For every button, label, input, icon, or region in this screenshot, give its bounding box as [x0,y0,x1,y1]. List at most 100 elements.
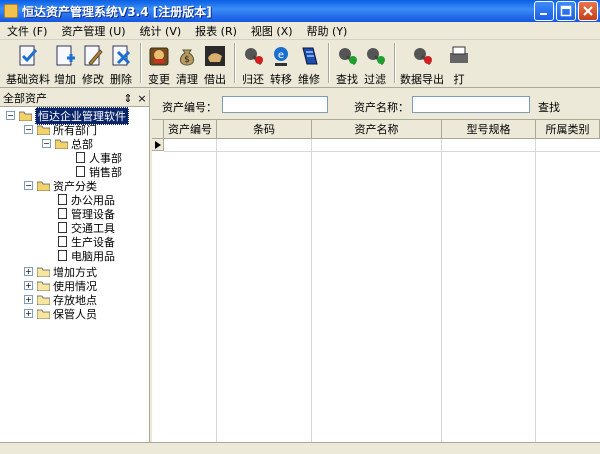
tree-node-label: 保管人员 [53,307,97,321]
filter-icon [362,43,388,69]
repair-label: 维修 [298,73,320,86]
menu-bar: 文件 (F) 资产管理 (U) 统计 (V) 报表 (R) 视图 (X) 帮助 … [0,22,600,40]
collapse-icon[interactable]: − [24,125,33,134]
minimize-button[interactable] [534,1,554,21]
tree-node-vehicles[interactable]: 交通工具 [58,221,115,235]
expand-icon[interactable]: + [24,281,33,290]
menu-reports[interactable]: 报表 (R) [188,23,244,39]
lend-label: 借出 [204,73,226,86]
menu-statistics[interactable]: 统计 (V) [133,23,189,39]
tree-node-usage-status[interactable]: + 使用情况 [24,279,97,293]
delete-label: 删除 [110,73,132,86]
asset-tree-header: 全部资产 ⇕ × [0,90,149,107]
collapse-icon[interactable]: − [6,111,15,120]
tree-node-custodians[interactable]: + 保管人员 [24,307,97,321]
change-button[interactable]: 变更 [146,40,172,87]
col-asset-name[interactable]: 资产名称 [312,120,442,139]
asset-no-label: 资产编号： [162,101,217,114]
basic-data-label: 基础资料 [6,73,50,86]
tree-node-acquisition-methods[interactable]: + 增加方式 [24,265,97,279]
find-icon [334,43,360,69]
print-button[interactable]: 打 [446,40,472,87]
grid-column-line [216,139,217,442]
menu-help[interactable]: 帮助 (Y) [300,23,355,39]
transfer-label: 转移 [270,73,292,86]
col-barcode[interactable]: 条码 [217,120,312,139]
tree-node-production-equipment[interactable]: 生产设备 [58,235,115,249]
tree-node-headquarters[interactable]: − 总部 [42,137,93,151]
asset-name-input[interactable] [412,96,530,113]
asset-tree-panel: 全部资产 ⇕ × − 恒达企业管理软件 − 所有部门 − 总部 人事部 销售部 [0,90,150,442]
toolbar-separator [394,43,396,83]
expand-icon[interactable]: + [24,267,33,276]
folder-icon [37,295,50,305]
grid-header: 资产编号 条码 资产名称 型号规格 所属类别 [152,120,600,139]
grid-column-line [535,139,536,442]
tree-node-storage-locations[interactable]: + 存放地点 [24,293,97,307]
maximize-button[interactable] [556,1,576,21]
window-title: 恒达资产管理系统V3.4 [注册版本] [22,4,212,19]
edit-button[interactable]: 修改 [80,40,106,87]
tree-node-sales[interactable]: 销售部 [76,165,122,179]
transfer-button[interactable]: e 转移 [268,40,294,87]
asset-name-label: 资产名称： [354,101,409,114]
document-icon [58,208,67,219]
tree-node-office-supplies[interactable]: 办公用品 [58,193,115,207]
delete-doc-icon [108,43,134,69]
toolbar: 基础资料 增加 修改 删除 变更 $ 清理 借出 归还 e 转移 维修 查找 过… [0,40,600,88]
cleanup-button[interactable]: $ 清理 [174,40,200,87]
title-bar: 恒达资产管理系统V3.4 [注册版本] [0,0,600,22]
asset-tree-title: 全部资产 [3,92,47,105]
filter-button[interactable]: 过滤 [362,40,388,87]
col-asset-no[interactable]: 资产编号 [164,120,217,139]
close-button[interactable] [578,1,598,21]
asset-grid: 资产编号 条码 资产名称 型号规格 所属类别 [152,119,600,442]
col-model-spec[interactable]: 型号规格 [442,120,536,139]
panel-close-icon[interactable]: × [135,92,149,105]
tree-node-root[interactable]: − 恒达企业管理软件 [6,106,129,125]
print-label: 打 [453,73,465,86]
minimize-icon [540,13,547,15]
find-button[interactable]: 查找 [334,40,360,87]
lend-icon [202,43,228,69]
col-category[interactable]: 所属类别 [536,120,600,139]
expand-icon[interactable]: + [24,309,33,318]
return-icon [240,43,266,69]
return-button[interactable]: 归还 [240,40,266,87]
lend-button[interactable]: 借出 [202,40,228,87]
delete-button[interactable]: 删除 [108,40,134,87]
repair-icon [296,43,322,69]
export-icon [409,43,435,69]
basic-data-button[interactable]: 基础资料 [6,40,50,87]
money-bag-icon: $ [174,43,200,69]
change-label: 变更 [148,73,170,86]
export-button[interactable]: 数据导出 [400,40,444,87]
tree-node-departments[interactable]: − 所有部门 [24,123,97,137]
repair-button[interactable]: 维修 [296,40,322,87]
tree-node-management-equipment[interactable]: 管理设备 [58,207,115,221]
find-link[interactable]: 查找 [538,99,560,115]
return-label: 归还 [242,73,264,86]
folder-open-icon [55,139,68,149]
pin-icon[interactable]: ⇕ [121,92,135,105]
asset-no-input[interactable] [222,96,328,113]
add-button[interactable]: 增加 [52,40,78,87]
tree-node-hr[interactable]: 人事部 [76,151,122,165]
folder-icon [37,309,50,319]
app-icon [4,4,18,18]
menu-file[interactable]: 文件 (F) [0,23,54,39]
status-bar [0,442,600,454]
asset-list-panel: 资产编号： 资产名称： 查找 资产编号 条码 资产名称 型号规格 所属类别 [152,90,600,442]
menu-asset-management[interactable]: 资产管理 (U) [54,23,132,39]
tree-node-computer-supplies[interactable]: 电脑用品 [58,249,115,263]
expand-icon[interactable]: + [24,295,33,304]
asset-tree: − 恒达企业管理软件 − 所有部门 − 总部 人事部 销售部 − 资产分类 办公… [0,106,149,441]
tree-node-categories[interactable]: − 资产分类 [24,179,97,193]
edit-label: 修改 [82,73,104,86]
collapse-icon[interactable]: − [42,139,51,148]
folder-icon [37,267,50,277]
menu-view[interactable]: 视图 (X) [244,23,300,39]
tree-node-label: 电脑用品 [71,249,115,263]
edit-doc-icon [80,43,106,69]
collapse-icon[interactable]: − [24,181,33,190]
